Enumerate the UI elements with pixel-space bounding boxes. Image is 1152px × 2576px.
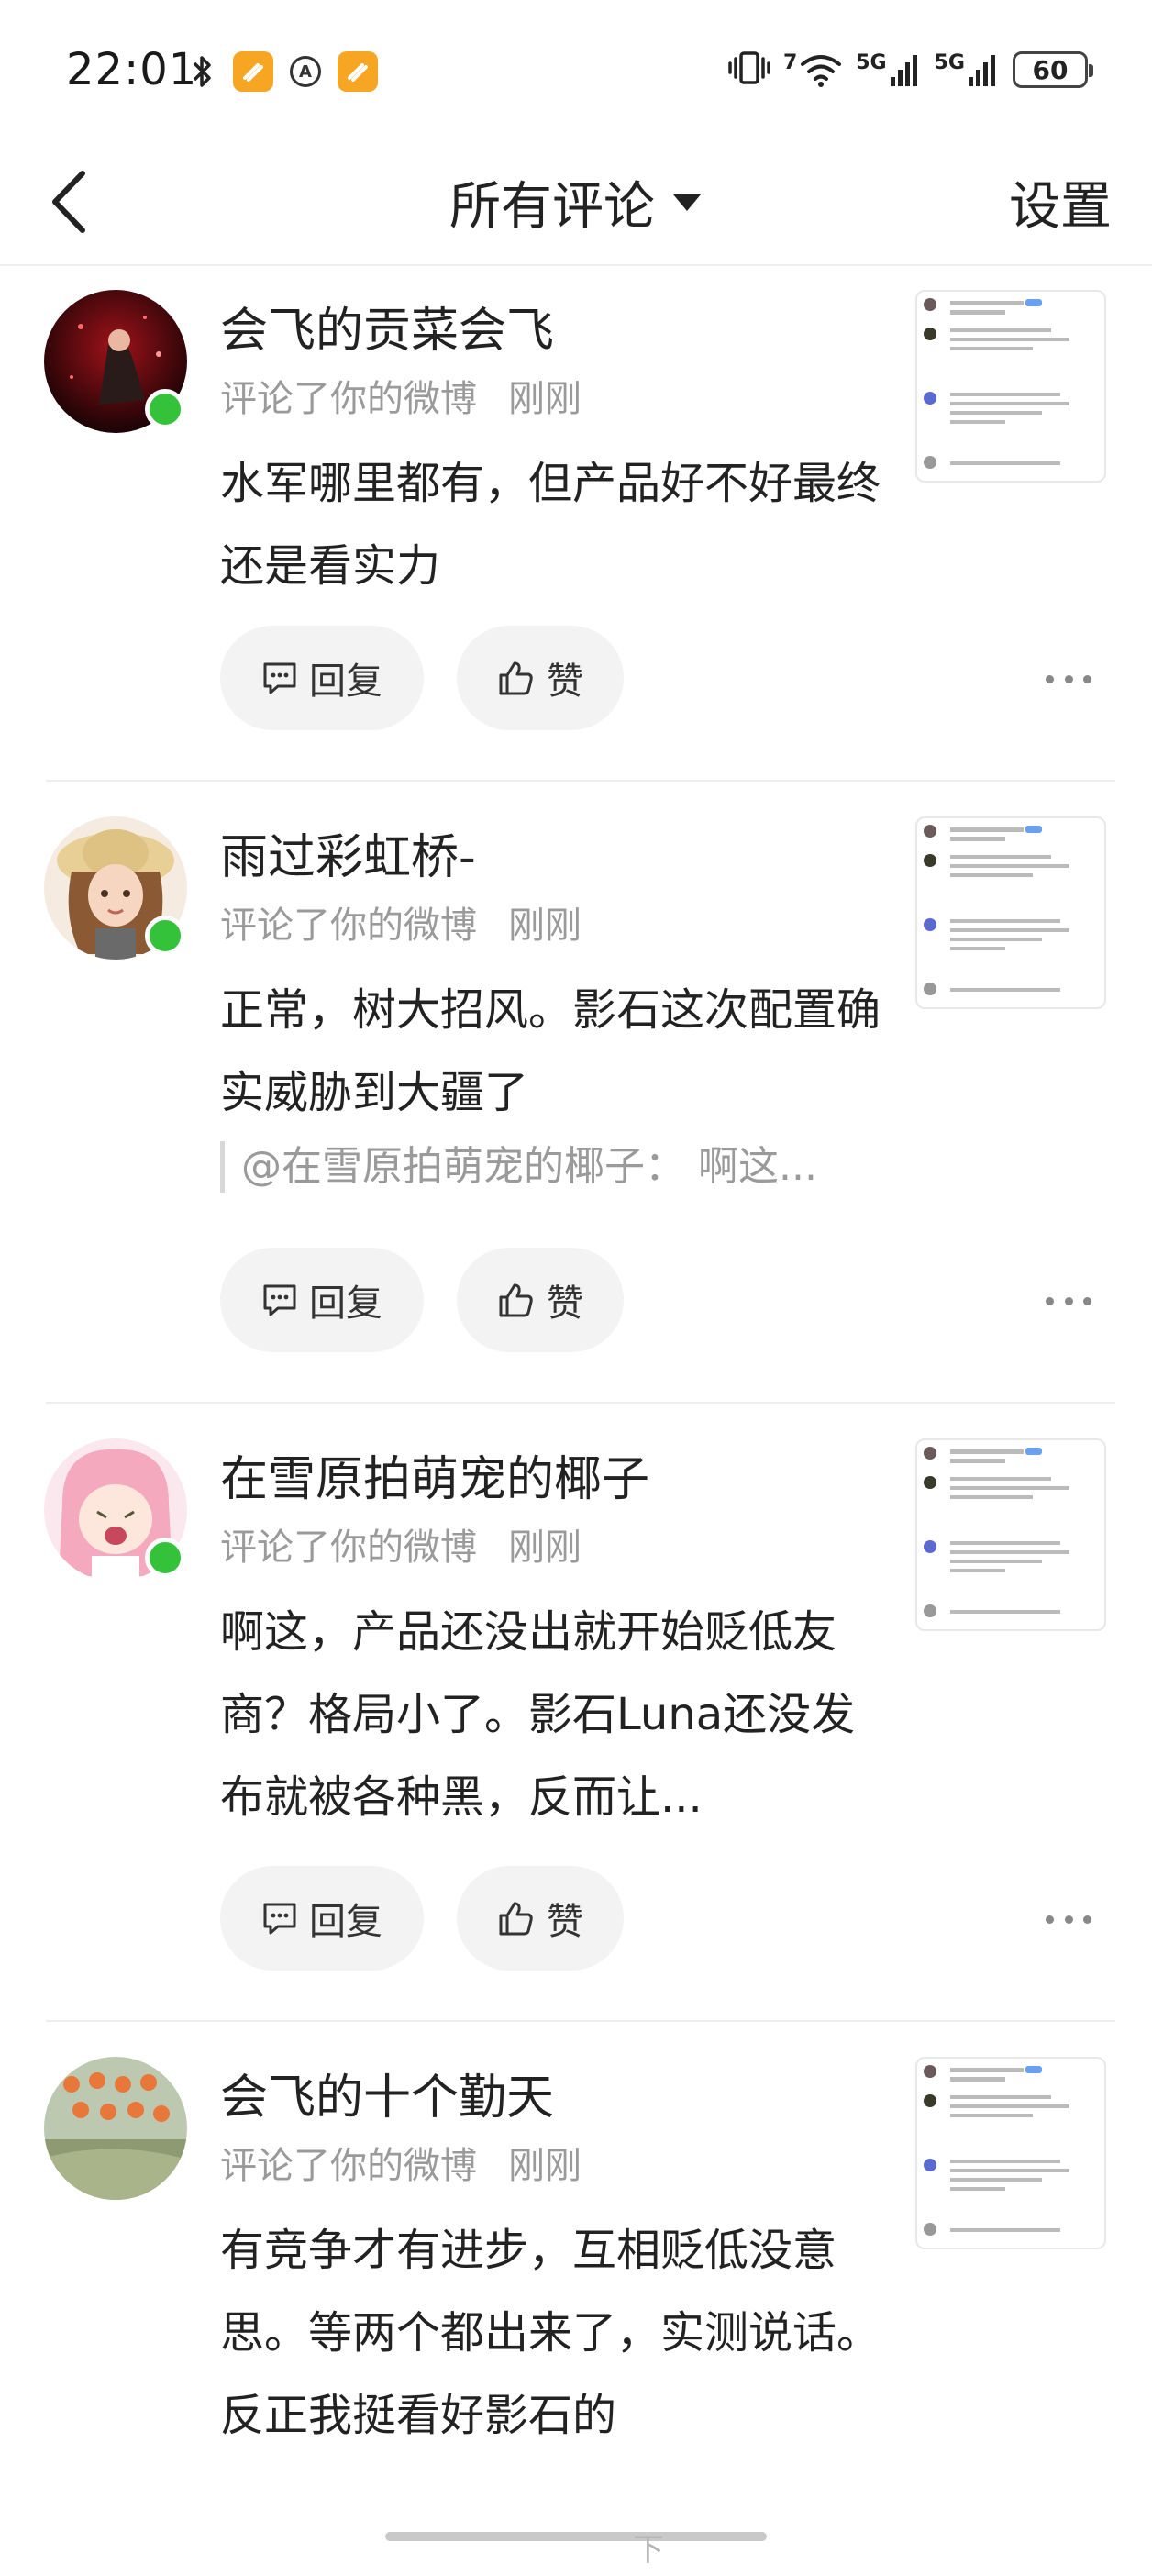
comment-item: 在雪原拍萌宠的椰子 评论了你的微博 刚刚 啊这，产品还没出就开始贬低友商？格局小… — [0, 1404, 1152, 2022]
status-bar: 22:01 A 7 5G 5G 60 — [0, 0, 1152, 138]
comment-action: 评论了你的微博 — [220, 2145, 477, 2187]
comment-meta: 评论了你的微博 刚刚 — [220, 2136, 582, 2189]
comment-action: 评论了你的微博 — [220, 1527, 477, 1569]
thumbs-up-icon — [499, 661, 533, 695]
weibo-thumbnail[interactable] — [915, 290, 1106, 483]
like-button[interactable]: 赞 — [457, 1248, 624, 1352]
reply-button[interactable]: 回复 — [220, 626, 424, 730]
status-time: 22:01 — [66, 44, 198, 95]
post-preview-image — [924, 1447, 1069, 1617]
dot — [1046, 1296, 1054, 1305]
comment-actions: 回复 赞 — [220, 626, 624, 730]
comment-text[interactable]: 啊这，产品还没出就开始贬低友商？格局小了。影石Luna还没发布就被各种黑，反而让… — [220, 1591, 881, 1838]
status-right-icons: 7 5G 5G 60 — [728, 48, 1093, 92]
comment-item: 会飞的十个勤天 评论了你的微博 刚刚 有竞争才有进步，互相贬低没意思。等两个都出… — [0, 2022, 1152, 2536]
weibo-thumbnail[interactable] — [915, 1438, 1106, 1631]
comment-item: 会飞的贡菜会飞 评论了你的微博 刚刚 水军哪里都有，但产品好不好最终还是看实力 … — [0, 268, 1152, 782]
weibo-notification-icon — [233, 51, 273, 92]
comment-actions: 回复 赞 — [220, 1248, 624, 1352]
wifi-icon: 7 — [783, 51, 843, 88]
comment-meta: 评论了你的微博 刚刚 — [220, 369, 582, 422]
avatar[interactable] — [44, 816, 187, 960]
status-left-icons: A — [189, 51, 378, 92]
like-button[interactable]: 赞 — [457, 1866, 624, 1971]
weibo-thumbnail[interactable] — [915, 816, 1106, 1009]
signal2-label: 5G — [934, 51, 965, 74]
dot — [1046, 674, 1054, 683]
user-name[interactable]: 会飞的十个勤天 — [220, 2059, 554, 2127]
thumbs-up-icon — [499, 1902, 533, 1936]
dot — [1083, 1296, 1091, 1305]
page-title: 所有评论 — [449, 177, 655, 237]
comment-list: 会飞的贡菜会飞 评论了你的微博 刚刚 水军哪里都有，但产品好不好最终还是看实力 … — [0, 268, 1152, 2536]
weibo-notification-icon-2 — [338, 51, 378, 92]
comment-time: 刚刚 — [508, 905, 582, 947]
reply-label: 回复 — [309, 1901, 382, 1943]
reply-icon — [263, 1284, 296, 1316]
dot — [1064, 674, 1073, 683]
nav-bar: 所有评论 设置 — [0, 138, 1152, 266]
comment-actions: 回复 赞 — [220, 1866, 624, 1971]
avatar[interactable] — [44, 2057, 187, 2200]
settings-button[interactable]: 设置 — [1009, 165, 1112, 239]
comment-action: 评论了你的微博 — [220, 378, 477, 420]
online-status-dot — [145, 916, 185, 956]
post-preview-image — [924, 825, 1069, 995]
a-circle-icon: A — [290, 56, 321, 87]
reply-button[interactable]: 回复 — [220, 1248, 424, 1352]
comment-action: 评论了你的微博 — [220, 905, 477, 947]
like-button[interactable]: 赞 — [457, 626, 624, 730]
caret-down-icon — [673, 194, 701, 211]
comment-time: 刚刚 — [508, 1527, 582, 1569]
reply-icon — [263, 662, 296, 694]
reply-icon — [263, 1903, 296, 1935]
bottom-hint: 下 — [633, 2532, 664, 2569]
comment-meta: 评论了你的微博 刚刚 — [220, 895, 582, 949]
more-options-button[interactable] — [1046, 1282, 1091, 1319]
dot — [1064, 1296, 1073, 1305]
comment-time: 刚刚 — [508, 2145, 582, 2187]
like-label: 赞 — [547, 1282, 583, 1325]
thumbs-up-icon — [499, 1283, 533, 1317]
comment-time: 刚刚 — [508, 378, 582, 420]
online-status-dot — [145, 1538, 185, 1578]
like-label: 赞 — [547, 661, 583, 703]
more-options-button[interactable] — [1046, 661, 1091, 697]
dot — [1083, 674, 1091, 683]
more-options-button[interactable] — [1046, 1901, 1091, 1938]
like-label: 赞 — [547, 1901, 583, 1943]
avatar-image — [44, 2057, 187, 2200]
reply-label: 回复 — [309, 1282, 382, 1325]
bluetooth-icon — [189, 53, 216, 90]
comment-filter-dropdown[interactable]: 所有评论 — [0, 165, 1152, 239]
dot — [1083, 1915, 1091, 1924]
wifi-label: 7 — [782, 51, 798, 74]
cell-signal-icon-2: 5G — [935, 51, 1000, 88]
home-indicator[interactable] — [385, 2532, 767, 2541]
reply-label: 回复 — [309, 661, 382, 703]
avatar[interactable] — [44, 290, 187, 433]
avatar[interactable] — [44, 1438, 187, 1582]
battery-level: 60 — [1032, 54, 1069, 85]
user-name[interactable]: 会飞的贡菜会飞 — [220, 292, 554, 361]
comment-item: 雨过彩虹桥- 评论了你的微博 刚刚 正常，树大招风。影石这次配置确实威胁到大疆了… — [0, 782, 1152, 1404]
cell-signal-icon-1: 5G — [856, 51, 921, 88]
battery-icon: 60 — [1013, 51, 1093, 88]
user-name[interactable]: 雨过彩虹桥- — [220, 818, 476, 887]
online-status-dot — [145, 389, 185, 429]
quoted-comment[interactable]: @在雪原拍萌宠的椰子： 啊这... — [220, 1141, 881, 1193]
comment-text[interactable]: 水军哪里都有，但产品好不好最终还是看实力 — [220, 442, 881, 607]
comment-text[interactable]: 正常，树大招风。影石这次配置确实威胁到大疆了 — [220, 969, 881, 1134]
reply-button[interactable]: 回复 — [220, 1866, 424, 1971]
vibrate-icon — [728, 48, 770, 92]
comment-meta: 评论了你的微博 刚刚 — [220, 1517, 582, 1571]
user-name[interactable]: 在雪原拍萌宠的椰子 — [220, 1440, 649, 1509]
signal1-label: 5G — [856, 51, 887, 74]
dot — [1064, 1915, 1073, 1924]
comment-text[interactable]: 有竞争才有进步，互相贬低没意思。等两个都出来了，实测说话。反正我挺看好影石的 — [220, 2209, 881, 2457]
weibo-thumbnail[interactable] — [915, 2057, 1106, 2249]
dot — [1046, 1915, 1054, 1924]
post-preview-image — [924, 2065, 1069, 2236]
post-preview-image — [924, 298, 1069, 469]
